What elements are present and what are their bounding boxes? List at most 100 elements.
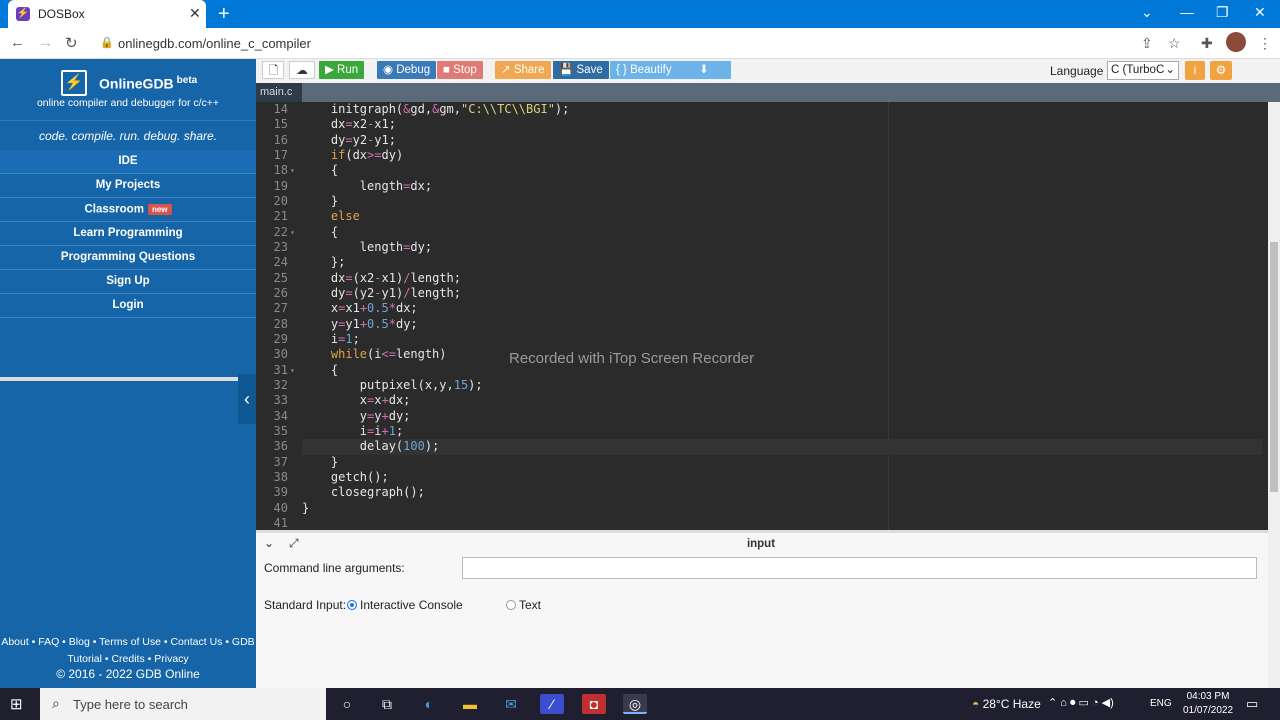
beautify-button[interactable]: { } Beautify xyxy=(610,61,678,79)
info-icon[interactable]: i xyxy=(1185,61,1205,80)
sidebar-item-ide[interactable]: IDE xyxy=(0,150,256,174)
screen-recorder-icon[interactable]: ◘ xyxy=(582,694,606,714)
code-line[interactable]: 37 } xyxy=(274,455,1262,470)
extensions-icon[interactable]: ✚ xyxy=(1201,35,1213,52)
url-field[interactable]: onlinegdb.com/online_c_compiler xyxy=(118,36,311,51)
code-line[interactable]: 38 getch(); xyxy=(274,470,1262,485)
code-line[interactable]: 26 dy=(y2-y1)/length; xyxy=(274,286,1262,301)
file-explorer-icon[interactable]: ▬ xyxy=(458,694,482,714)
cmd-args-input[interactable] xyxy=(462,557,1257,579)
editor-scrollbar[interactable] xyxy=(1268,102,1280,530)
code-editor[interactable]: 14 initgraph(&gd,&gm,"C:\\TC\\BGI"); 15 … xyxy=(256,102,1268,530)
editor-scrollbar-thumb[interactable] xyxy=(1270,242,1278,492)
sidebar-item-programming-questions[interactable]: Programming Questions xyxy=(0,246,256,270)
bookmark-star-icon[interactable]: ☆ xyxy=(1168,35,1181,52)
collapse-sidebar-icon[interactable]: ‹ xyxy=(238,374,256,424)
back-icon[interactable]: ← xyxy=(10,34,25,51)
logo-name[interactable]: OnlineGDB beta xyxy=(99,75,197,92)
footer-line-2[interactable]: Tutorial • Credits • Privacy xyxy=(0,651,256,668)
taskbar-clock[interactable]: 04:03 PM 01/07/2022 xyxy=(1178,690,1238,718)
debug-button[interactable]: ◉ Debug xyxy=(377,61,437,79)
tab-search-chevron-icon[interactable]: ⌄ xyxy=(1141,4,1153,21)
weather-widget[interactable]: ◓ 28°C Haze xyxy=(972,697,1041,711)
settings-gear-icon[interactable]: ⚙ xyxy=(1210,61,1232,80)
windows-start-icon[interactable]: ⊞ xyxy=(10,695,23,713)
code-line[interactable]: 32 putpixel(x,y,15); xyxy=(274,378,1262,393)
sidebar-footer-links[interactable]: About • FAQ • Blog • Terms of Use • Cont… xyxy=(0,634,256,668)
panel-scrollbar[interactable] xyxy=(1268,530,1280,688)
share-page-icon[interactable]: ⇪ xyxy=(1141,35,1153,52)
mail-icon[interactable]: ✉ xyxy=(499,694,523,714)
tab-main-c[interactable]: main.c xyxy=(256,83,302,102)
code-line[interactable]: 20 } xyxy=(274,194,1262,209)
code-line[interactable]: 27 x=x1+0.5*dx; xyxy=(274,301,1262,316)
code-line-current[interactable]: 36 delay(100); xyxy=(274,439,1262,455)
code-line[interactable]: 34 y=y+dy; xyxy=(274,409,1262,424)
chrome-icon[interactable]: ◎ xyxy=(623,694,647,714)
code-line[interactable]: 22 ▾ { xyxy=(274,225,1262,240)
code-line[interactable]: 19 length=dx; xyxy=(274,179,1262,194)
download-button[interactable]: ⬇ xyxy=(677,61,731,79)
share-button[interactable]: ↗ Share xyxy=(495,61,551,79)
sidebar-item-login[interactable]: Login xyxy=(0,294,256,318)
code-line[interactable]: 28 y=y1+0.5*dy; xyxy=(274,317,1262,332)
language-value: C (TurboC xyxy=(1111,64,1165,76)
profile-avatar[interactable] xyxy=(1226,32,1246,52)
browser-tab[interactable]: ⚡ DOSBox ✕ xyxy=(8,0,206,28)
app-icon[interactable]: ∕ xyxy=(540,694,564,714)
code-line[interactable]: 35 i=i+1; xyxy=(274,424,1262,439)
reload-icon[interactable]: ↻ xyxy=(65,34,78,52)
lock-icon[interactable]: 🔒 xyxy=(100,36,114,49)
code-line[interactable]: 14 initgraph(&gd,&gm,"C:\\TC\\BGI"); xyxy=(274,102,1262,117)
stop-button[interactable]: ■ Stop xyxy=(437,61,483,79)
window-close-icon[interactable]: ✕ xyxy=(1254,4,1266,21)
code-line[interactable]: 23 length=dy; xyxy=(274,240,1262,255)
language-select[interactable]: C (TurboC ⌄ xyxy=(1107,61,1179,80)
search-icon: ⌕ xyxy=(52,695,60,711)
code-line[interactable]: 29 i=1; xyxy=(274,332,1262,347)
code-line[interactable]: 33 x=x+dx; xyxy=(274,393,1262,408)
cortana-icon[interactable]: ○ xyxy=(335,694,359,714)
notification-icon[interactable]: ▭ xyxy=(1246,696,1258,712)
run-button[interactable]: ▶ Run xyxy=(319,61,365,79)
code-line[interactable]: 40} xyxy=(274,501,1262,516)
sidebar: ⚡ OnlineGDB beta online compiler and debu… xyxy=(0,59,256,688)
browser-menu-icon[interactable]: ⋮ xyxy=(1258,35,1272,52)
code-line[interactable]: 16 dy=y2-y1; xyxy=(274,133,1262,148)
save-button[interactable]: 💾 Save xyxy=(553,61,609,79)
code-line[interactable]: 30 while(i<=length) xyxy=(274,347,1262,362)
sidebar-item-sign-up[interactable]: Sign Up xyxy=(0,270,256,294)
system-tray[interactable]: ⌃ ⌂ ⏺ ▭ ◔ ◀) xyxy=(1048,696,1114,710)
clock-time: 04:03 PM xyxy=(1186,691,1230,702)
task-view-icon[interactable]: ⧉ xyxy=(375,694,399,714)
code-line[interactable]: 21 else xyxy=(274,209,1262,224)
radio-interactive-console[interactable]: Interactive Console xyxy=(347,598,463,612)
new-file-button[interactable]: 🗋 xyxy=(262,61,284,79)
code-line[interactable]: 39 closegraph(); xyxy=(274,485,1262,500)
code-line[interactable]: 25 dx=(x2-x1)/length; xyxy=(274,271,1262,286)
code-line[interactable]: 41 xyxy=(274,516,1262,530)
sidebar-item-label: My Projects xyxy=(95,179,161,191)
input-language[interactable]: ENG xyxy=(1150,698,1172,709)
maximize-icon[interactable]: ❐ xyxy=(1216,4,1229,21)
dosbox-favicon-icon: ⚡ xyxy=(16,7,30,21)
footer-line-1[interactable]: About • FAQ • Blog • Terms of Use • Cont… xyxy=(0,634,256,651)
tab-close-icon[interactable]: ✕ xyxy=(189,5,201,22)
code-line[interactable]: 15 dx=x2-x1; xyxy=(274,117,1262,132)
upload-button[interactable]: ☁ xyxy=(289,61,315,79)
new-tab-icon[interactable]: + xyxy=(218,3,230,26)
code-line[interactable]: 18 ▾ { xyxy=(274,163,1262,178)
code-line[interactable]: 24 }; xyxy=(274,255,1262,270)
sidebar-item-learn-programming[interactable]: Learn Programming xyxy=(0,222,256,246)
radio-text[interactable]: Text xyxy=(506,598,541,612)
code-line[interactable]: 17 if(dx>=dy) xyxy=(274,148,1262,163)
code-line[interactable]: 31 ▾ { xyxy=(274,363,1262,378)
taskbar-search[interactable]: ⌕ Type here to search xyxy=(40,688,326,720)
onlinegdb-logo-icon[interactable]: ⚡ xyxy=(61,70,87,96)
sidebar-item-my-projects[interactable]: My Projects xyxy=(0,174,256,198)
minimize-icon[interactable]: — xyxy=(1180,4,1194,20)
code-lines[interactable]: 14 initgraph(&gd,&gm,"C:\\TC\\BGI"); 15 … xyxy=(274,102,1262,530)
forward-icon[interactable]: → xyxy=(38,34,53,51)
edge-icon[interactable]: ◐ xyxy=(417,694,441,714)
sidebar-item-classroom[interactable]: Classroom new xyxy=(0,198,256,222)
